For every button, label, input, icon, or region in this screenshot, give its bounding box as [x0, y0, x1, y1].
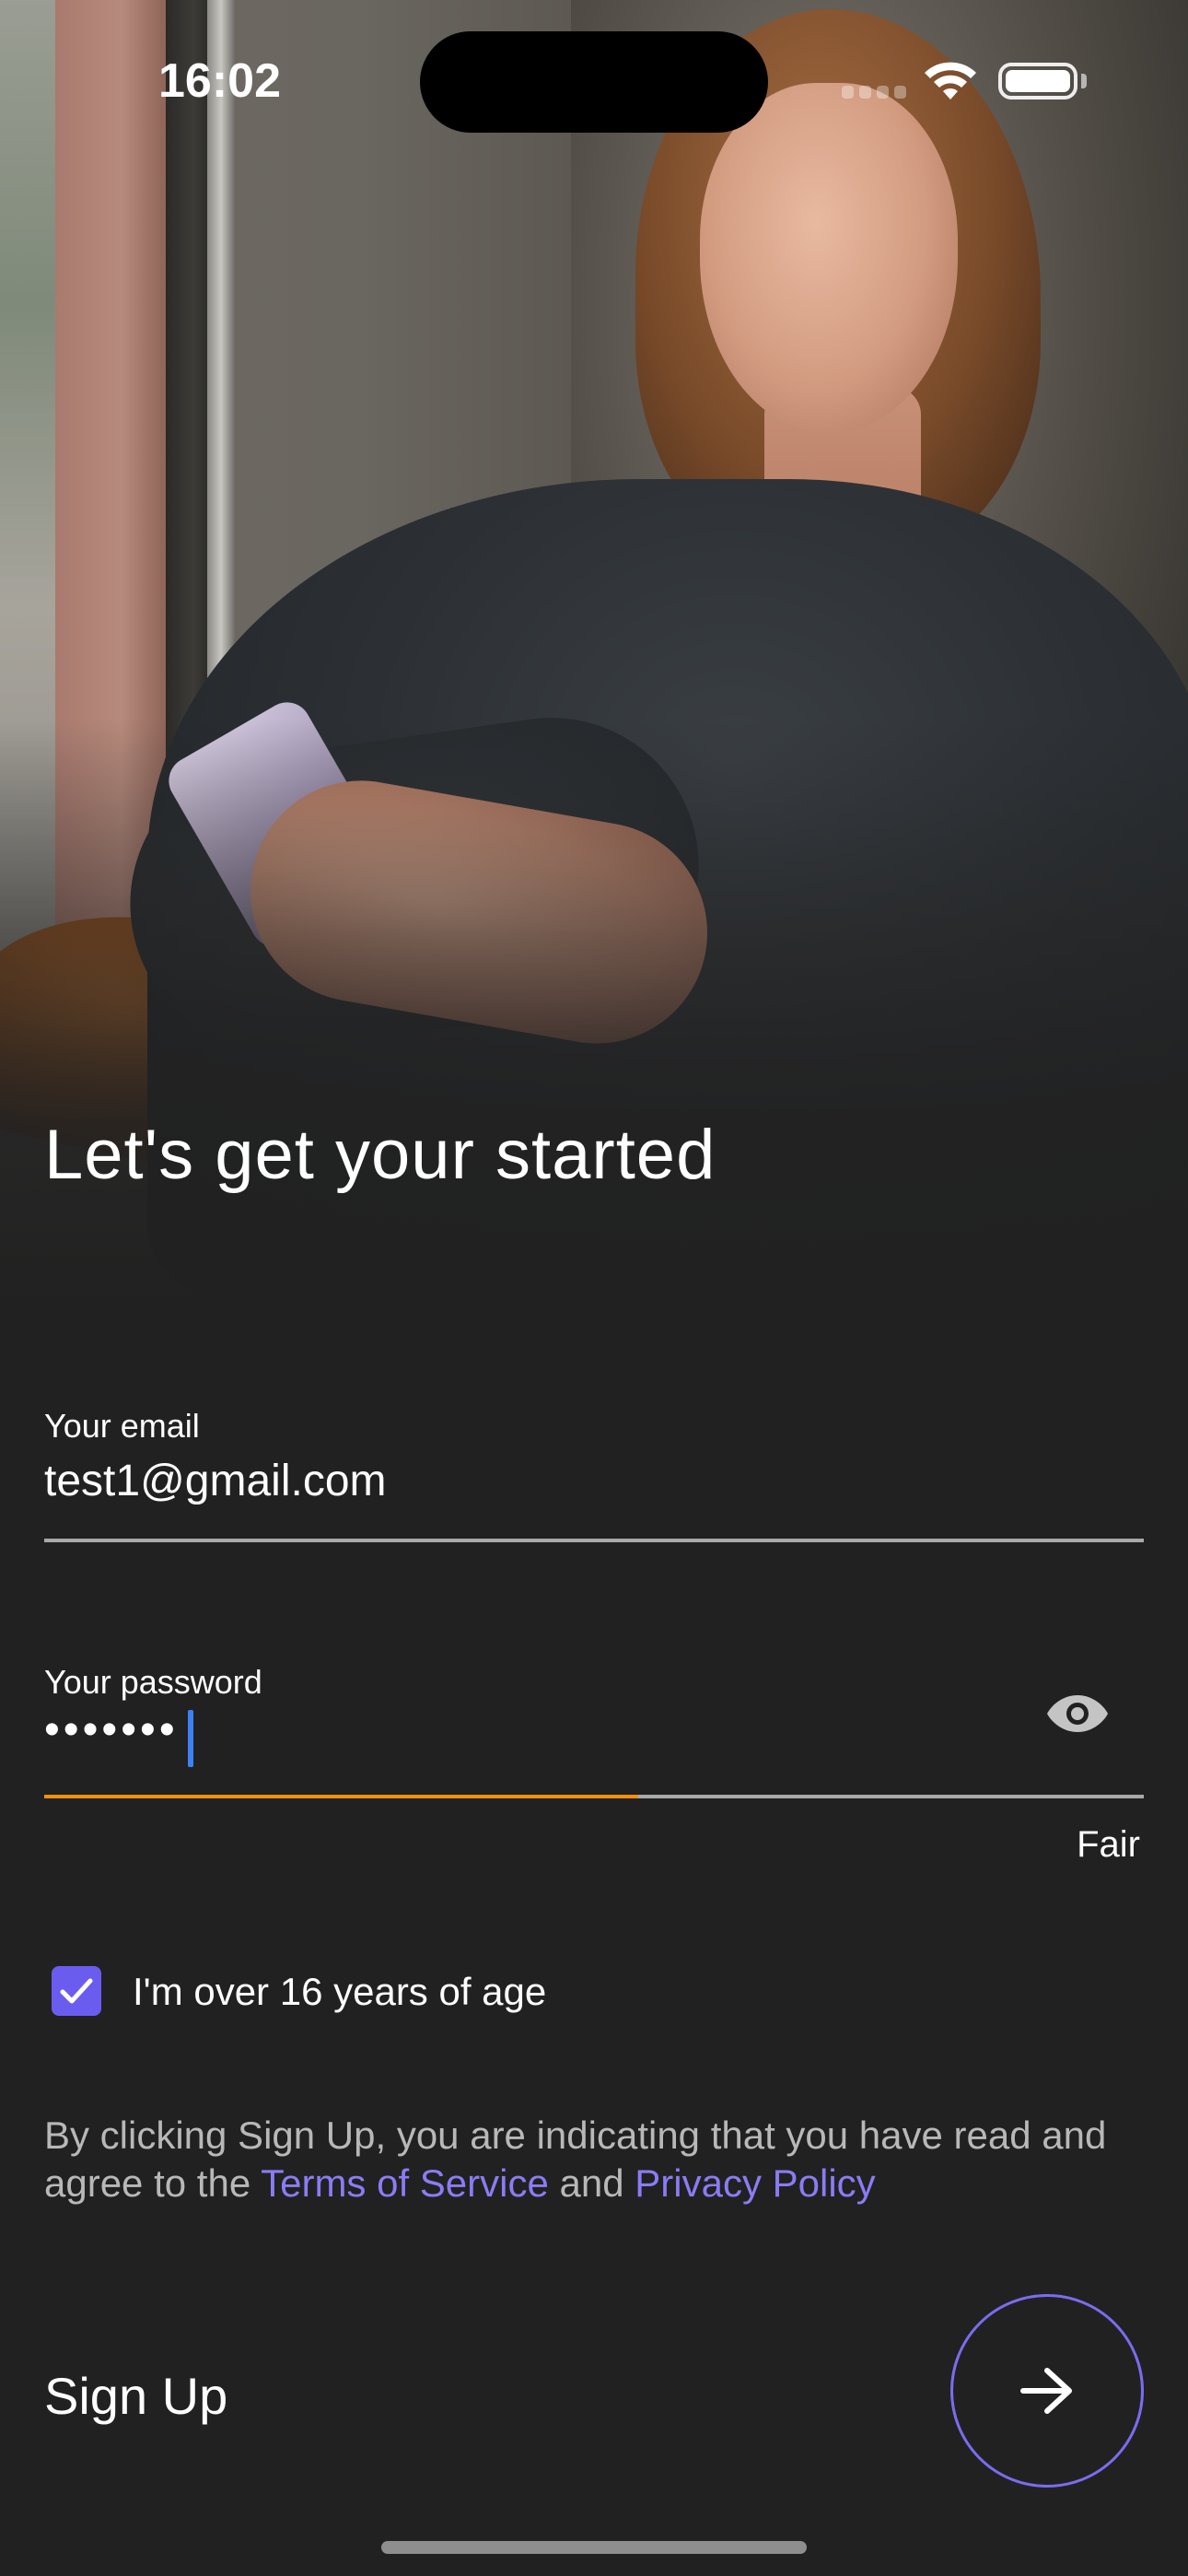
check-icon	[60, 1978, 93, 2004]
eye-icon	[1047, 1695, 1108, 1732]
hero-fade-overlay	[0, 0, 1188, 1308]
email-field[interactable]	[44, 1456, 1057, 1506]
text-caret	[188, 1710, 193, 1767]
signup-button[interactable]	[950, 2294, 1144, 2488]
legal-notice: By clicking Sign Up, you are indicating …	[44, 2112, 1149, 2207]
email-label: Your email	[44, 1407, 200, 1445]
signup-label: Sign Up	[44, 2367, 228, 2425]
status-time: 16:02	[158, 54, 281, 108]
toggle-password-visibility-button[interactable]	[1041, 1686, 1114, 1741]
email-underline	[44, 1539, 1144, 1542]
password-label: Your password	[44, 1663, 262, 1701]
wifi-icon	[925, 62, 976, 100]
battery-icon	[998, 63, 1077, 100]
password-strength-bar	[44, 1795, 638, 1798]
home-indicator[interactable]	[381, 2541, 807, 2554]
dynamic-island	[420, 31, 768, 133]
terms-of-service-link[interactable]: Terms of Service	[261, 2161, 549, 2205]
arrow-right-icon	[1020, 2368, 1072, 2414]
battery-cap	[1081, 74, 1087, 88]
password-strength-label: Fair	[1077, 1824, 1140, 1865]
page-title: Let's get your started	[44, 1116, 716, 1194]
age-checkbox-label: I'm over 16 years of age	[133, 1970, 547, 2013]
password-field[interactable]: •••••••	[44, 1704, 965, 1755]
legal-and: and	[559, 2161, 624, 2205]
privacy-policy-link[interactable]: Privacy Policy	[635, 2161, 875, 2205]
cellular-signal-icon	[842, 86, 906, 99]
hero-photo	[0, 0, 1188, 1308]
age-checkbox[interactable]	[52, 1966, 101, 2016]
